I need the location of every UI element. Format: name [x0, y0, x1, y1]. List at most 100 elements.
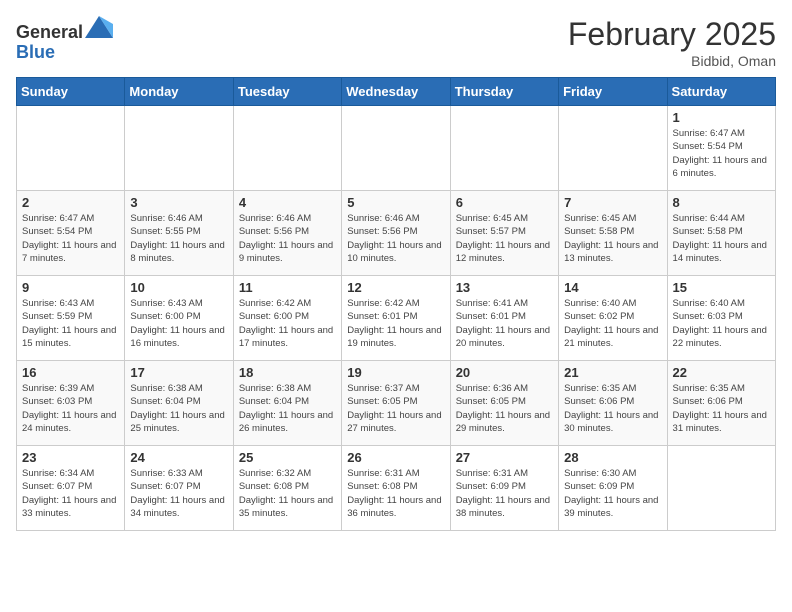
calendar-cell: 15 Sunrise: 6:40 AMSunset: 6:03 PMDayligh… [667, 276, 775, 361]
col-thursday: Thursday [450, 78, 558, 106]
col-wednesday: Wednesday [342, 78, 450, 106]
day-info: Sunrise: 6:45 AMSunset: 5:58 PMDaylight:… [564, 212, 661, 265]
day-number: 16 [22, 365, 119, 380]
calendar-cell: 21 Sunrise: 6:35 AMSunset: 6:06 PMDayligh… [559, 361, 667, 446]
day-info: Sunrise: 6:44 AMSunset: 5:58 PMDaylight:… [673, 212, 770, 265]
day-number: 19 [347, 365, 444, 380]
calendar-cell: 13Sunrise: 6:41 AMSunset: 6:01 PMDayligh… [450, 276, 558, 361]
calendar-header-row: Sunday Monday Tuesday Wednesday Thursday… [17, 78, 776, 106]
calendar-cell: 17 Sunrise: 6:38 AMSunset: 6:04 PMDayligh… [125, 361, 233, 446]
day-number: 20 [456, 365, 553, 380]
calendar-cell: 24 Sunrise: 6:33 AMSunset: 6:07 PMDayligh… [125, 446, 233, 531]
calendar-cell: 1 Sunrise: 6:47 AMSunset: 5:54 PMDaylight… [667, 106, 775, 191]
day-info: Sunrise: 6:38 AMSunset: 6:04 PMDaylight:… [239, 382, 336, 435]
day-info: Sunrise: 6:46 AMSunset: 5:55 PMDaylight:… [130, 212, 227, 265]
day-info: Sunrise: 6:37 AMSunset: 6:05 PMDaylight:… [347, 382, 444, 435]
day-number: 28 [564, 450, 661, 465]
day-info: Sunrise: 6:38 AMSunset: 6:04 PMDaylight:… [130, 382, 227, 435]
col-tuesday: Tuesday [233, 78, 341, 106]
calendar-cell [17, 106, 125, 191]
day-number: 14 [564, 280, 661, 295]
day-number: 8 [673, 195, 770, 210]
page-header: General Blue February 2025 Bidbid, Oman [16, 16, 776, 69]
calendar-cell [559, 106, 667, 191]
day-number: 11 [239, 280, 336, 295]
day-number: 10 [130, 280, 227, 295]
calendar-cell: 7 Sunrise: 6:45 AMSunset: 5:58 PMDaylight… [559, 191, 667, 276]
day-info: Sunrise: 6:47 AMSunset: 5:54 PMDaylight:… [673, 127, 770, 180]
title-block: February 2025 Bidbid, Oman [568, 16, 776, 69]
col-sunday: Sunday [17, 78, 125, 106]
day-number: 27 [456, 450, 553, 465]
day-number: 25 [239, 450, 336, 465]
month-title: February 2025 [568, 16, 776, 53]
day-info: Sunrise: 6:35 AMSunset: 6:06 PMDaylight:… [673, 382, 770, 435]
calendar-cell: 6 Sunrise: 6:45 AMSunset: 5:57 PMDaylight… [450, 191, 558, 276]
calendar-cell: 28 Sunrise: 6:30 AMSunset: 6:09 PMDayligh… [559, 446, 667, 531]
calendar-table: Sunday Monday Tuesday Wednesday Thursday… [16, 77, 776, 531]
day-number: 26 [347, 450, 444, 465]
calendar-cell [233, 106, 341, 191]
col-saturday: Saturday [667, 78, 775, 106]
day-number: 22 [673, 365, 770, 380]
logo-general-text: General [16, 22, 83, 42]
logo-icon [85, 16, 113, 38]
calendar-cell: 4 Sunrise: 6:46 AMSunset: 5:56 PMDaylight… [233, 191, 341, 276]
calendar-cell: 12 Sunrise: 6:42 AMSunset: 6:01 PMDayligh… [342, 276, 450, 361]
day-number: 7 [564, 195, 661, 210]
day-info: Sunrise: 6:31 AMSunset: 6:09 PMDaylight:… [456, 467, 553, 520]
calendar-cell: 10Sunrise: 6:43 AMSunset: 6:00 PMDayligh… [125, 276, 233, 361]
calendar-cell: 20 Sunrise: 6:36 AMSunset: 6:05 PMDayligh… [450, 361, 558, 446]
calendar-cell: 3 Sunrise: 6:46 AMSunset: 5:55 PMDaylight… [125, 191, 233, 276]
day-number: 21 [564, 365, 661, 380]
day-info: Sunrise: 6:41 AMSunset: 6:01 PMDaylight:… [456, 297, 553, 350]
calendar-cell: 2 Sunrise: 6:47 AMSunset: 5:54 PMDaylight… [17, 191, 125, 276]
day-info: Sunrise: 6:30 AMSunset: 6:09 PMDaylight:… [564, 467, 661, 520]
calendar-week-row: 2 Sunrise: 6:47 AMSunset: 5:54 PMDaylight… [17, 191, 776, 276]
day-number: 17 [130, 365, 227, 380]
day-number: 2 [22, 195, 119, 210]
day-number: 1 [673, 110, 770, 125]
calendar-cell [450, 106, 558, 191]
calendar-week-row: 1 Sunrise: 6:47 AMSunset: 5:54 PMDaylight… [17, 106, 776, 191]
logo-blue-text: Blue [16, 42, 55, 62]
calendar-cell: 9Sunrise: 6:43 AMSunset: 5:59 PMDaylight… [17, 276, 125, 361]
day-number: 4 [239, 195, 336, 210]
day-info: Sunrise: 6:42 AMSunset: 6:01 PMDaylight:… [347, 297, 444, 350]
day-info: Sunrise: 6:33 AMSunset: 6:07 PMDaylight:… [130, 467, 227, 520]
calendar-week-row: 23 Sunrise: 6:34 AMSunset: 6:07 PMDayligh… [17, 446, 776, 531]
day-number: 15 [673, 280, 770, 295]
day-number: 3 [130, 195, 227, 210]
day-info: Sunrise: 6:34 AMSunset: 6:07 PMDaylight:… [22, 467, 119, 520]
day-info: Sunrise: 6:42 AMSunset: 6:00 PMDaylight:… [239, 297, 336, 350]
calendar-cell: 25 Sunrise: 6:32 AMSunset: 6:08 PMDayligh… [233, 446, 341, 531]
col-friday: Friday [559, 78, 667, 106]
day-info: Sunrise: 6:45 AMSunset: 5:57 PMDaylight:… [456, 212, 553, 265]
day-info: Sunrise: 6:40 AMSunset: 6:03 PMDaylight:… [673, 297, 770, 350]
calendar-cell: 8 Sunrise: 6:44 AMSunset: 5:58 PMDaylight… [667, 191, 775, 276]
calendar-cell: 14 Sunrise: 6:40 AMSunset: 6:02 PMDayligh… [559, 276, 667, 361]
logo: General Blue [16, 16, 113, 63]
day-info: Sunrise: 6:31 AMSunset: 6:08 PMDaylight:… [347, 467, 444, 520]
day-info: Sunrise: 6:46 AMSunset: 5:56 PMDaylight:… [239, 212, 336, 265]
day-info: Sunrise: 6:36 AMSunset: 6:05 PMDaylight:… [456, 382, 553, 435]
calendar-cell: 19 Sunrise: 6:37 AMSunset: 6:05 PMDayligh… [342, 361, 450, 446]
calendar-cell [342, 106, 450, 191]
day-number: 24 [130, 450, 227, 465]
day-info: Sunrise: 6:47 AMSunset: 5:54 PMDaylight:… [22, 212, 119, 265]
day-number: 6 [456, 195, 553, 210]
day-number: 23 [22, 450, 119, 465]
day-info: Sunrise: 6:35 AMSunset: 6:06 PMDaylight:… [564, 382, 661, 435]
calendar-cell: 27 Sunrise: 6:31 AMSunset: 6:09 PMDayligh… [450, 446, 558, 531]
day-info: Sunrise: 6:32 AMSunset: 6:08 PMDaylight:… [239, 467, 336, 520]
calendar-cell: 11 Sunrise: 6:42 AMSunset: 6:00 PMDayligh… [233, 276, 341, 361]
calendar-cell: 16Sunrise: 6:39 AMSunset: 6:03 PMDayligh… [17, 361, 125, 446]
calendar-week-row: 9Sunrise: 6:43 AMSunset: 5:59 PMDaylight… [17, 276, 776, 361]
day-info: Sunrise: 6:40 AMSunset: 6:02 PMDaylight:… [564, 297, 661, 350]
calendar-week-row: 16Sunrise: 6:39 AMSunset: 6:03 PMDayligh… [17, 361, 776, 446]
location-subtitle: Bidbid, Oman [568, 53, 776, 69]
day-number: 9 [22, 280, 119, 295]
calendar-cell [667, 446, 775, 531]
day-number: 12 [347, 280, 444, 295]
col-monday: Monday [125, 78, 233, 106]
